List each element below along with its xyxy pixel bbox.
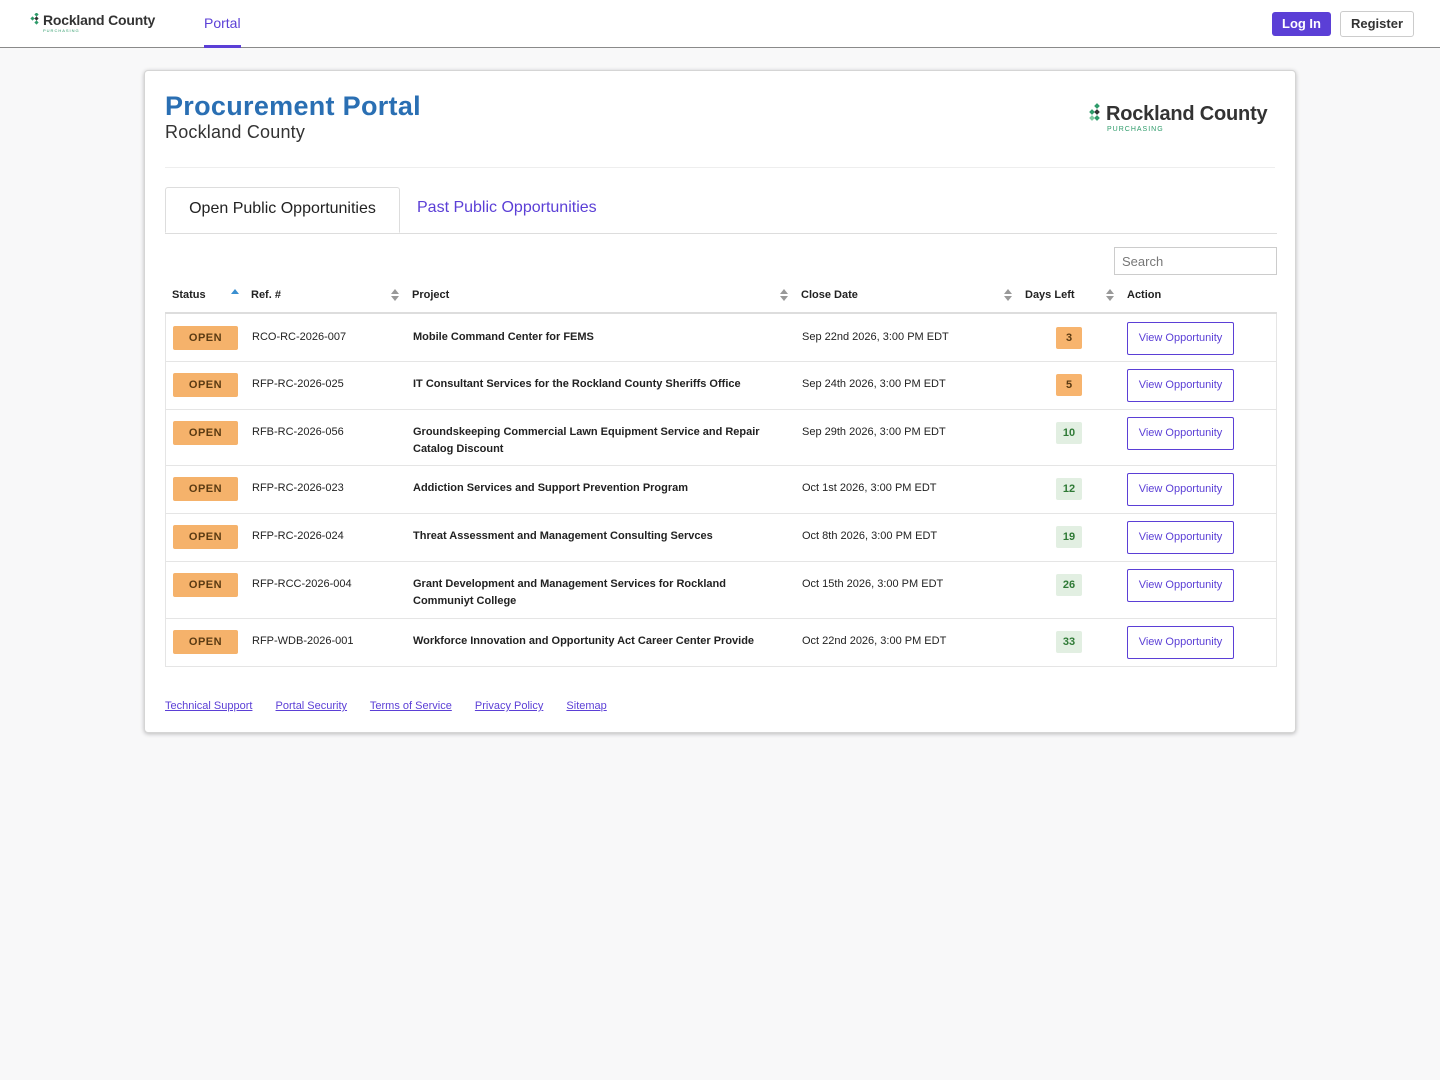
days-left-badge: 26 <box>1056 574 1082 596</box>
project-name: Mobile Command Center for FEMS <box>413 331 594 343</box>
agency-logo-subtitle: PURCHASING <box>1107 126 1164 133</box>
view-opportunity-button[interactable]: View Opportunity <box>1127 417 1234 450</box>
opportunities-table: Status Ref. # Project Close Date Days Le… <box>165 283 1277 667</box>
ref-number: RFP-RCC-2026-004 <box>252 578 352 590</box>
nav-portal-link[interactable]: Portal <box>204 0 241 48</box>
table-row: OPEN RFB-RC-2026-056 Groundskeeping Comm… <box>166 409 1276 465</box>
table-row: OPEN RFP-RC-2026-023 Addiction Services … <box>166 465 1276 513</box>
top-navbar: Rockland County PURCHASING Portal Log In… <box>0 0 1440 48</box>
footer-link-technical-support[interactable]: Technical Support <box>165 700 252 712</box>
view-opportunity-button[interactable]: View Opportunity <box>1127 369 1234 402</box>
status-badge: OPEN <box>173 373 238 397</box>
column-header-action: Action <box>1127 289 1162 301</box>
days-left-badge: 19 <box>1056 526 1082 548</box>
header-divider <box>165 167 1275 168</box>
close-date: Sep 24th 2026, 3:00 PM EDT <box>802 378 946 390</box>
close-date: Sep 22nd 2026, 3:00 PM EDT <box>802 331 949 343</box>
project-name: Addiction Services and Support Preventio… <box>413 482 689 494</box>
days-left-badge: 12 <box>1056 478 1082 500</box>
view-opportunity-button[interactable]: View Opportunity <box>1127 473 1234 506</box>
days-left-badge: 10 <box>1056 422 1082 444</box>
table-row: OPEN RCO-RC-2026-007 Mobile Command Cent… <box>166 314 1276 361</box>
register-button[interactable]: Register <box>1340 11 1414 37</box>
column-header-days-left[interactable]: Days Left <box>1025 283 1075 312</box>
table-header: Status Ref. # Project Close Date Days Le… <box>165 283 1277 314</box>
agency-logo: Rockland County PURCHASING <box>1088 101 1278 135</box>
sort-both-icon[interactable] <box>1106 288 1114 302</box>
table-row: OPEN RFP-WDB-2026-001 Workforce Innovati… <box>166 618 1276 666</box>
logo-diamond-icon <box>1089 103 1100 121</box>
project-name: Threat Assessment and Management Consult… <box>413 530 713 542</box>
search-input[interactable] <box>1114 247 1277 275</box>
close-date: Sep 29th 2026, 3:00 PM EDT <box>802 426 946 438</box>
table-row: OPEN RFP-RCC-2026-004 Grant Development … <box>166 561 1276 618</box>
page-title: Procurement Portal <box>165 91 421 121</box>
sort-both-icon[interactable] <box>391 288 399 302</box>
sort-both-icon[interactable] <box>780 288 788 302</box>
view-opportunity-button[interactable]: View Opportunity <box>1127 569 1234 602</box>
view-opportunity-button[interactable]: View Opportunity <box>1127 626 1234 659</box>
project-name: Groundskeeping Commercial Lawn Equipment… <box>413 426 760 455</box>
footer-link-terms-of-service[interactable]: Terms of Service <box>370 700 452 712</box>
table-body: OPEN RCO-RC-2026-007 Mobile Command Cent… <box>165 314 1277 667</box>
status-badge: OPEN <box>173 525 238 549</box>
close-date: Oct 15th 2026, 3:00 PM EDT <box>802 578 944 590</box>
project-name: Workforce Innovation and Opportunity Act… <box>413 635 755 647</box>
close-date: Oct 1st 2026, 3:00 PM EDT <box>802 482 937 494</box>
tab-past-opportunities[interactable]: Past Public Opportunities <box>417 187 597 233</box>
status-badge: OPEN <box>173 573 238 597</box>
footer-link-portal-security[interactable]: Portal Security <box>276 700 348 712</box>
ref-number: RFP-RC-2026-025 <box>252 378 344 390</box>
column-header-project[interactable]: Project <box>412 283 449 312</box>
view-opportunity-button[interactable]: View Opportunity <box>1127 521 1234 554</box>
view-opportunity-button[interactable]: View Opportunity <box>1127 322 1234 355</box>
project-name: Grant Development and Management Service… <box>413 578 726 607</box>
status-badge: OPEN <box>173 477 238 501</box>
days-left-badge: 5 <box>1056 374 1082 396</box>
days-left-badge: 3 <box>1056 327 1082 349</box>
footer-link-privacy-policy[interactable]: Privacy Policy <box>475 700 543 712</box>
opportunity-tabs: Open Public Opportunities Past Public Op… <box>165 187 1277 234</box>
agency-logo-name: Rockland County <box>1106 103 1268 125</box>
brand-name: Rockland County <box>43 12 156 28</box>
close-date: Oct 22nd 2026, 3:00 PM EDT <box>802 635 947 647</box>
status-badge: OPEN <box>173 326 238 350</box>
page-subtitle: Rockland County <box>165 122 306 142</box>
portal-card: Procurement Portal Rockland County Rockl… <box>144 70 1296 733</box>
column-header-close-date[interactable]: Close Date <box>801 283 858 312</box>
ref-number: RFP-RC-2026-023 <box>252 482 344 494</box>
brand-subtitle: PURCHASING <box>43 28 80 33</box>
days-left-badge: 33 <box>1056 631 1082 653</box>
tab-open-opportunities[interactable]: Open Public Opportunities <box>165 187 400 233</box>
column-header-ref[interactable]: Ref. # <box>251 283 281 312</box>
footer-link-sitemap[interactable]: Sitemap <box>566 700 606 712</box>
project-name: IT Consultant Services for the Rockland … <box>413 378 741 390</box>
status-badge: OPEN <box>173 421 238 445</box>
close-date: Oct 8th 2026, 3:00 PM EDT <box>802 530 938 542</box>
footer-links: Technical Support Portal Security Terms … <box>165 700 627 712</box>
ref-number: RFB-RC-2026-056 <box>252 426 344 438</box>
ref-number: RFP-RC-2026-024 <box>252 530 344 542</box>
logo-diamond-icon <box>30 13 39 25</box>
ref-number: RFP-WDB-2026-001 <box>252 635 354 647</box>
column-header-status[interactable]: Status <box>172 283 206 312</box>
sort-asc-icon[interactable] <box>231 288 239 302</box>
login-button[interactable]: Log In <box>1272 12 1331 36</box>
status-badge: OPEN <box>173 630 238 654</box>
table-row: OPEN RFP-RC-2026-025 IT Consultant Servi… <box>166 361 1276 409</box>
ref-number: RCO-RC-2026-007 <box>252 331 347 343</box>
table-row: OPEN RFP-RC-2026-024 Threat Assessment a… <box>166 513 1276 561</box>
sort-both-icon[interactable] <box>1004 288 1012 302</box>
